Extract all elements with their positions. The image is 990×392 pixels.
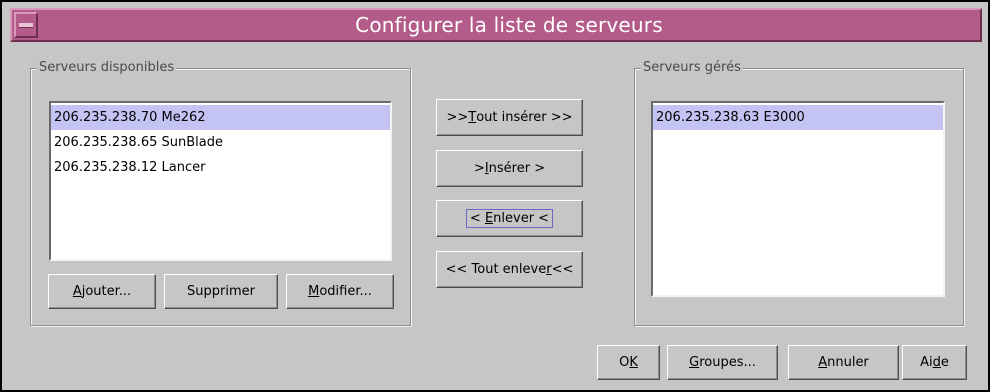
cancel-button[interactable]: Annuler [788,345,899,380]
help-button[interactable]: Ai d e [902,345,967,380]
managed-servers-legend: Serveurs gérés [641,60,743,76]
modify-button[interactable]: Modifier... [286,274,394,309]
title-bar[interactable]: Configurer la liste de serveurs [10,8,982,42]
dialog-window: Configurer la liste de serveurs Serveurs… [0,0,990,392]
managed-servers-group: Serveurs gérés 206.235.238.63 E3000 [634,60,964,326]
insert-all-button[interactable]: >> Tout insérer >> [436,99,583,136]
managed-servers-list[interactable]: 206.235.238.63 E3000 [651,101,945,297]
available-server-item[interactable]: 206.235.238.65 SunBlade [51,130,390,155]
available-servers-list[interactable]: 206.235.238.70 Me262 206.235.238.65 SunB… [49,101,392,261]
remove-all-button[interactable]: << Tout enleve r << [436,251,583,288]
managed-server-item[interactable]: 206.235.238.63 E3000 [653,105,943,130]
remove-button[interactable]: < Enlever < [436,200,583,237]
window-menu-icon[interactable] [14,12,38,38]
insert-button[interactable]: > Insérer > [436,150,583,187]
add-button[interactable]: Ajouter... [48,274,156,309]
available-server-item[interactable]: 206.235.238.70 Me262 [51,105,390,130]
available-servers-group: Serveurs disponibles 206.235.238.70 Me26… [30,60,411,326]
groups-button[interactable]: Groupes... [667,345,778,380]
window-title: Configurer la liste de serveurs [355,13,663,37]
available-server-item[interactable]: 206.235.238.12 Lancer [51,155,390,180]
available-servers-legend: Serveurs disponibles [37,60,177,76]
ok-button[interactable]: OK [597,345,660,380]
delete-button[interactable]: Supprimer [164,274,278,309]
